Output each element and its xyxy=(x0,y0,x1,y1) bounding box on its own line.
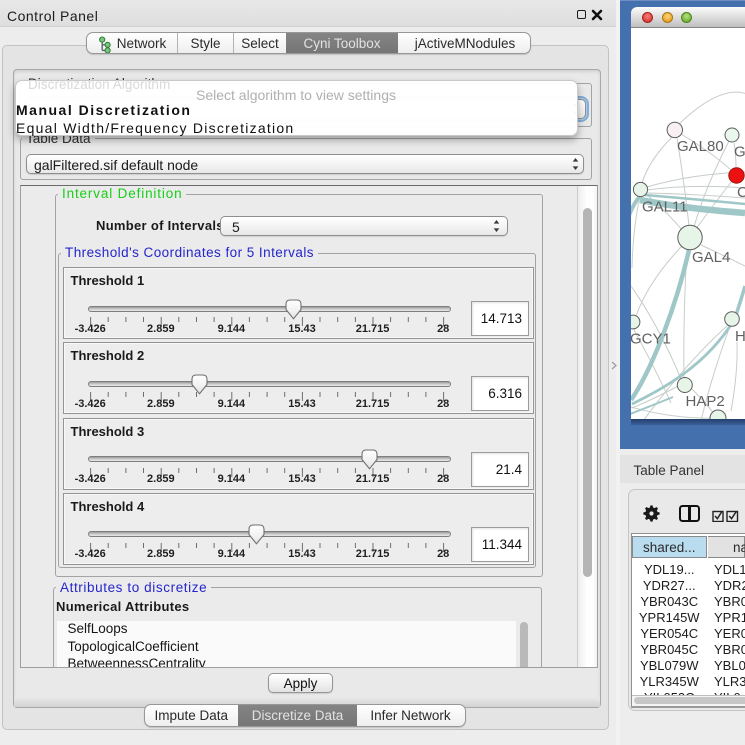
svg-text:GAL11: GAL11 xyxy=(642,199,688,216)
svg-text:GCY1: GCY1 xyxy=(631,331,671,348)
svg-text:H: H xyxy=(735,328,745,345)
svg-text:GA: GA xyxy=(734,144,745,161)
svg-text:GAL4: GAL4 xyxy=(692,249,730,266)
svg-text:HAP2: HAP2 xyxy=(686,393,725,410)
svg-text:GAL80: GAL80 xyxy=(677,138,724,155)
svg-text:CO: CO xyxy=(737,184,745,201)
